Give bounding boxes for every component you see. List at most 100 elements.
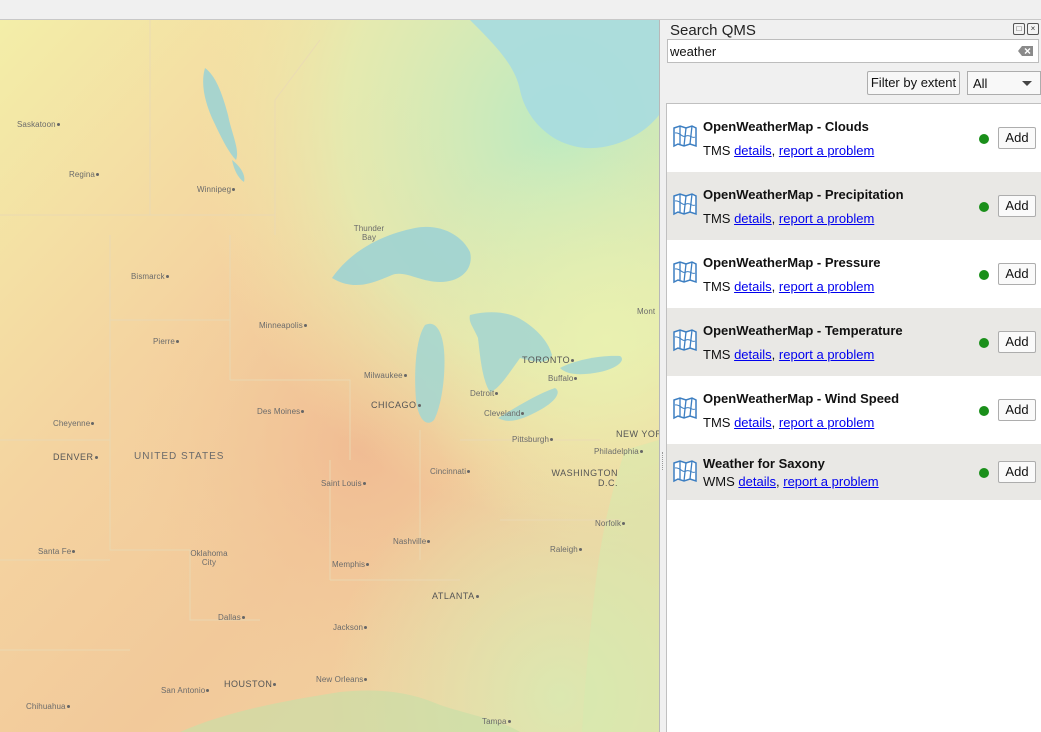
details-link[interactable]: details [734,415,772,430]
chevron-down-icon [1022,81,1032,86]
map-label-united-states: UNITED STATES [134,451,225,462]
map-icon [673,329,697,352]
map-label-jackson: Jackson [333,623,368,632]
close-panel-icon[interactable]: × [1027,23,1039,35]
details-link[interactable]: details [738,474,776,489]
map-label-detroit: Detroit [470,389,499,398]
map-icon [673,193,697,216]
details-link[interactable]: details [734,279,772,294]
status-ok-icon [979,406,989,416]
filter-by-extent-button[interactable]: Filter by extent [867,71,960,95]
map-icon [673,261,697,284]
details-link[interactable]: details [734,211,772,226]
link-separator: , [775,474,780,489]
details-link[interactable]: details [734,143,772,158]
result-row[interactable]: Weather for Saxony WMS details, report a… [667,444,1041,500]
map-label-cincinnati: Cincinnati [430,467,471,476]
map-label-thunder-bay: Thunder Bay [353,224,385,242]
map-label-atlanta: ATLANTA [432,591,479,601]
map-label-bismarck: Bismarck [131,272,169,281]
status-ok-icon [979,202,989,212]
details-link[interactable]: details [734,347,772,362]
result-type: TMS [703,347,731,362]
map-icon [673,125,697,148]
report-problem-link[interactable]: report a problem [779,143,874,158]
link-separator: , [771,347,776,362]
result-type: TMS [703,279,731,294]
map-label-chihuahua: Chihuahua [26,702,70,711]
panel-title: Search QMS [670,22,756,39]
search-input[interactable] [670,42,1010,60]
type-filter-value: All [973,76,988,91]
float-panel-icon[interactable]: □ [1013,23,1025,35]
map-label-san-antonio: San Antonio [161,686,210,695]
map-label-buffalo: Buffalo [548,374,578,383]
map-label-winnipeg: Winnipeg [197,185,236,194]
results-list: OpenWeatherMap - Clouds TMS details, rep… [666,103,1041,732]
add-button[interactable]: Add [998,399,1036,421]
dock-controls: □ × [1013,23,1039,35]
splitter-grip[interactable] [662,452,665,470]
map-label-dallas: Dallas [218,613,245,622]
map-label-minneapolis: Minneapolis [259,321,307,330]
result-meta: TMS details, report a problem [703,211,874,226]
result-row[interactable]: OpenWeatherMap - Pressure TMS details, r… [667,240,1041,308]
report-problem-link[interactable]: report a problem [779,279,874,294]
result-row[interactable]: OpenWeatherMap - Clouds TMS details, rep… [667,104,1041,172]
map-icon [673,397,697,420]
result-type: TMS [703,143,731,158]
add-button[interactable]: Add [998,127,1036,149]
map-label-houston: HOUSTON [224,679,277,689]
clear-search-icon[interactable] [1018,45,1034,57]
map-canvas[interactable]: Saskatoon Regina Winnipeg Thunder Bay Bi… [0,20,660,732]
map-label-pittsburgh: Pittsburgh [512,435,554,444]
status-ok-icon [979,338,989,348]
map-label-tampa: Tampa [482,717,511,726]
link-separator: , [771,279,776,294]
search-box [667,39,1039,63]
result-name: OpenWeatherMap - Precipitation [703,187,904,202]
map-label-toronto: TORONTO [522,355,575,365]
map-label-pierre: Pierre [153,337,179,346]
report-problem-link[interactable]: report a problem [779,347,874,362]
result-type: TMS [703,415,731,430]
result-row[interactable]: OpenWeatherMap - Wind Speed TMS details,… [667,376,1041,444]
map-label-washington: WASHINGTON D.C. [551,468,618,488]
link-separator: , [771,143,776,158]
map-label-saskatoon: Saskatoon [17,120,60,129]
map-label-cleveland: Cleveland [484,409,525,418]
map-label-raleigh: Raleigh [550,545,582,554]
map-icon [673,460,697,483]
result-row[interactable]: OpenWeatherMap - Temperature TMS details… [667,308,1041,376]
add-button[interactable]: Add [998,461,1036,483]
link-separator: , [771,415,776,430]
map-label-chicago: CHICAGO [371,400,421,410]
result-name: OpenWeatherMap - Temperature [703,323,903,338]
map-label-memphis: Memphis [332,560,370,569]
map-label-philadelphia: Philadelphia [594,447,643,456]
map-label-new-orleans: New Orleans [316,675,368,684]
status-ok-icon [979,468,989,478]
result-name: Weather for Saxony [703,456,825,471]
map-label-nashville: Nashville [393,537,431,546]
status-ok-icon [979,134,989,144]
add-button[interactable]: Add [998,195,1036,217]
search-qms-panel: Search QMS □ × Filter by extent All Open… [666,20,1041,732]
result-meta: TMS details, report a problem [703,347,874,362]
report-problem-link[interactable]: report a problem [779,211,874,226]
map-label-new-york: NEW YOR [616,429,660,439]
type-filter-select[interactable]: All [967,71,1041,95]
map-label-denver: DENVER [53,452,98,462]
result-meta: TMS details, report a problem [703,279,874,294]
add-button[interactable]: Add [998,263,1036,285]
result-type: WMS [703,474,735,489]
result-row[interactable]: OpenWeatherMap - Precipitation TMS detai… [667,172,1041,240]
toolbar-strip [0,0,1041,20]
add-button[interactable]: Add [998,331,1036,353]
map-label-cheyenne: Cheyenne [53,419,95,428]
result-meta: TMS details, report a problem [703,415,874,430]
result-meta: WMS details, report a problem [703,474,879,489]
report-problem-link[interactable]: report a problem [779,415,874,430]
result-meta: TMS details, report a problem [703,143,874,158]
report-problem-link[interactable]: report a problem [783,474,878,489]
